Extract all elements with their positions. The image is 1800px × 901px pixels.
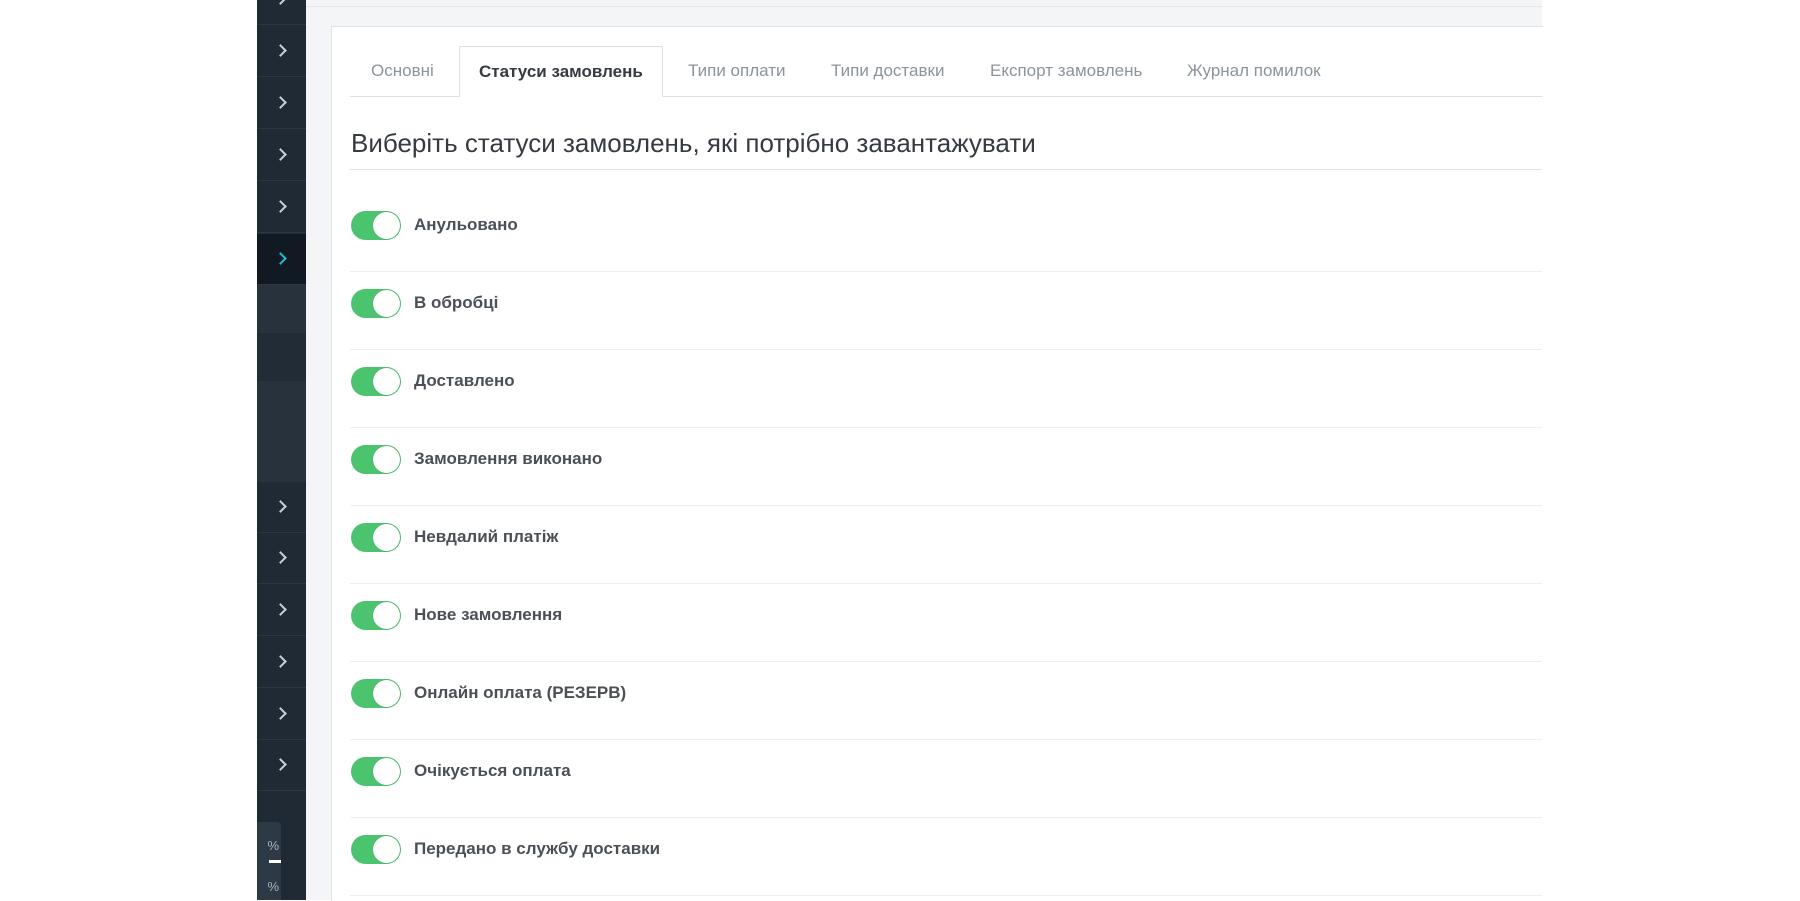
- sidebar-item-5[interactable]: [257, 182, 306, 233]
- chevron-right-icon: [274, 655, 287, 668]
- toggle-knob: [373, 446, 400, 473]
- toggle-knob: [373, 290, 400, 317]
- status-row: Нове замовлення: [350, 584, 1542, 662]
- sidebar-item-8[interactable]: [257, 585, 306, 636]
- status-row: В обробці: [350, 272, 1542, 350]
- sidebar: [257, 0, 306, 900]
- status-label: Замовлення виконано: [414, 449, 603, 468]
- chevron-right-icon: [274, 148, 287, 161]
- status-toggle[interactable]: [351, 835, 401, 864]
- sidebar-item-9[interactable]: [257, 637, 306, 688]
- status-toggle[interactable]: [351, 601, 401, 630]
- sidebar-subitem-1[interactable]: [257, 285, 306, 333]
- tab-error-log[interactable]: Журнал помилок: [1187, 46, 1321, 96]
- status-row: Доставлено: [350, 350, 1542, 428]
- status-row: Очікується оплата: [350, 740, 1542, 818]
- status-toggle[interactable]: [351, 289, 401, 318]
- sidebar-item-active[interactable]: [257, 234, 306, 285]
- settings-tabs: Основні Статуси замовлень Типи оплати Ти…: [350, 46, 1542, 97]
- toggle-knob: [373, 680, 400, 707]
- sidebar-stat-value: %: [267, 879, 279, 894]
- chevron-right-icon: [274, 96, 287, 109]
- sidebar-item-1[interactable]: [257, 0, 306, 25]
- tab-order-statuses[interactable]: Статуси замовлень: [459, 46, 663, 97]
- status-label: В обробці: [414, 293, 499, 312]
- tab-order-export[interactable]: Експорт замовлень: [990, 46, 1142, 96]
- status-label: Невдалий платіж: [414, 527, 559, 546]
- status-toggle[interactable]: [351, 523, 401, 552]
- sidebar-item-4[interactable]: [257, 130, 306, 181]
- chevron-right-icon: [274, 603, 287, 616]
- toggle-knob: [373, 602, 400, 629]
- sidebar-item-2[interactable]: [257, 26, 306, 77]
- status-toggle[interactable]: [351, 211, 401, 240]
- sidebar-item-10[interactable]: [257, 689, 306, 740]
- status-row: Онлайн оплата (РЕЗЕРВ): [350, 662, 1542, 740]
- status-toggle[interactable]: [351, 445, 401, 474]
- toggle-knob: [373, 524, 400, 551]
- sidebar-item-11[interactable]: [257, 740, 306, 791]
- toggle-knob: [373, 758, 400, 785]
- sidebar-stats-widget: % %: [257, 822, 281, 900]
- chevron-right-icon: [274, 500, 287, 513]
- status-toggle[interactable]: [351, 367, 401, 396]
- chevron-right-icon: [274, 44, 287, 57]
- status-label: Передано в службу доставки: [414, 839, 661, 858]
- chevron-right-icon: [274, 707, 287, 720]
- toggle-knob: [373, 368, 400, 395]
- status-label: Онлайн оплата (РЕЗЕРВ): [414, 683, 627, 702]
- status-label: Очікується оплата: [414, 761, 571, 780]
- section-title: Виберіть статуси замовлень, які потрібно…: [351, 128, 1036, 158]
- sidebar-stat-bar: [269, 860, 281, 863]
- status-row: Замовлення виконано: [350, 428, 1542, 506]
- status-row: Анульовано: [350, 194, 1542, 272]
- tab-main[interactable]: Основні: [371, 46, 434, 96]
- chevron-right-icon: [274, 200, 287, 213]
- chevron-right-icon: [274, 252, 287, 265]
- sidebar-item-6[interactable]: [257, 482, 306, 533]
- section-divider: [350, 169, 1542, 170]
- status-row: Передано в службу доставки: [350, 818, 1542, 896]
- chevron-right-icon: [274, 758, 287, 771]
- toggle-knob: [373, 836, 400, 863]
- sidebar-stat-value: %: [267, 838, 279, 853]
- sidebar-subitem-2[interactable]: [257, 333, 306, 381]
- status-toggle[interactable]: [351, 679, 401, 708]
- status-row: Невдалий платіж: [350, 506, 1542, 584]
- toolbar-strip: [306, 0, 1542, 7]
- toggle-knob: [373, 212, 400, 239]
- status-label: Нове замовлення: [414, 605, 563, 624]
- sidebar-item-7[interactable]: [257, 533, 306, 584]
- tab-payment-types[interactable]: Типи оплати: [688, 46, 786, 96]
- status-toggle[interactable]: [351, 757, 401, 786]
- status-label: Анульовано: [414, 215, 518, 234]
- sidebar-subitem-3[interactable]: [257, 381, 306, 482]
- chevron-right-icon: [274, 551, 287, 564]
- status-label: Доставлено: [414, 371, 515, 390]
- sidebar-item-3[interactable]: [257, 78, 306, 129]
- tab-delivery-types[interactable]: Типи доставки: [831, 46, 944, 96]
- chevron-right-icon: [274, 0, 287, 5]
